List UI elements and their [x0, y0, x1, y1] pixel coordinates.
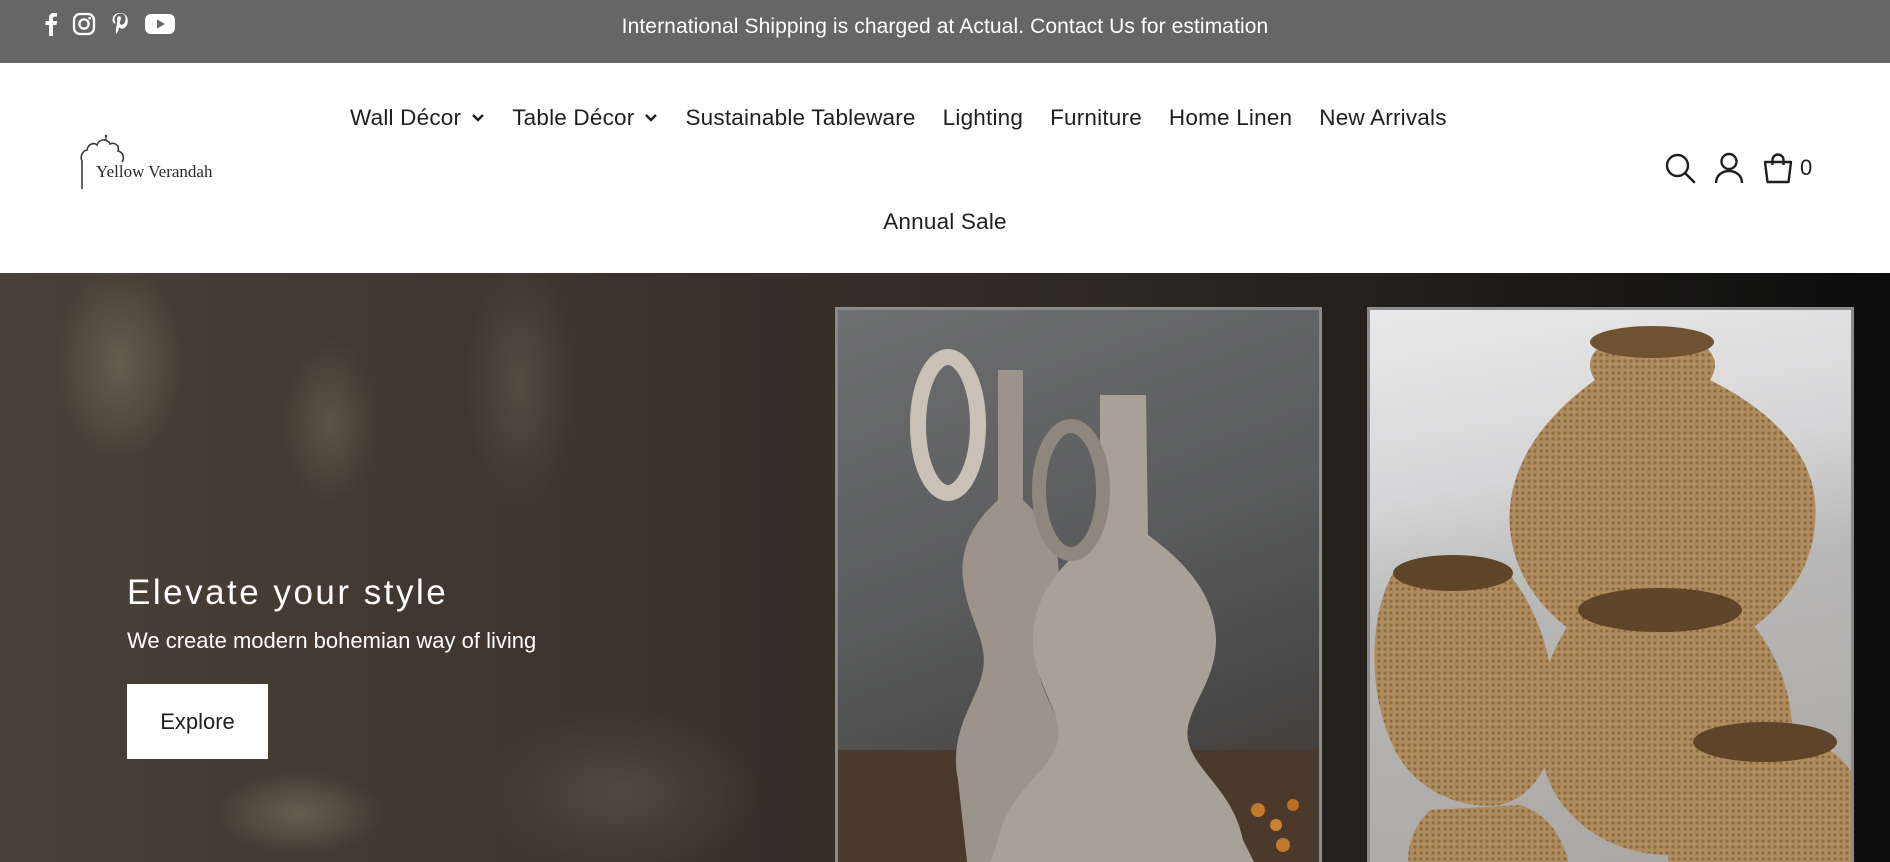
baskets-illustration [1374, 326, 1851, 862]
nav-item-label: Table Décor [512, 105, 635, 130]
hero-title: Elevate your style [127, 573, 449, 612]
hero-background [0, 273, 840, 862]
search-icon[interactable] [1664, 152, 1696, 184]
vases-illustration [838, 349, 1319, 862]
user-icon[interactable] [1714, 152, 1744, 184]
chevron-down-icon [471, 113, 485, 123]
hero-banner: Elevate your style We create modern bohe… [0, 273, 1890, 862]
announcement-text[interactable]: International Shipping is charged at Act… [0, 15, 1890, 39]
nav-item-sustainable-tableware[interactable]: Sustainable Tableware [685, 105, 915, 131]
nav-item-lighting[interactable]: Lighting [943, 105, 1023, 131]
nav-item-table-decor[interactable]: Table Décor [512, 105, 658, 131]
hero-image-vases [835, 307, 1322, 862]
hero-image-baskets [1367, 307, 1854, 862]
secondary-nav: Annual Sale [0, 204, 1890, 240]
nav-item-annual-sale[interactable]: Annual Sale [883, 209, 1007, 235]
logo-text: Yellow Verandah [96, 162, 213, 181]
cart-count[interactable]: 0 [1800, 155, 1812, 181]
site-header: Yellow Verandah Wall Décor Table Décor S… [0, 63, 1890, 273]
nav-item-wall-decor[interactable]: Wall Décor [350, 105, 485, 131]
chevron-down-icon [644, 113, 658, 123]
shopping-bag-icon[interactable] [1762, 152, 1794, 184]
header-actions: 0 [1664, 150, 1812, 186]
nav-item-label: Wall Décor [350, 105, 462, 130]
brand-logo[interactable]: Yellow Verandah [76, 131, 236, 193]
hero-subtitle: We create modern bohemian way of living [127, 628, 537, 653]
explore-button[interactable]: Explore [127, 684, 268, 759]
announcement-bar: International Shipping is charged at Act… [0, 0, 1890, 63]
nav-item-home-linen[interactable]: Home Linen [1169, 105, 1292, 131]
nav-item-new-arrivals[interactable]: New Arrivals [1319, 105, 1446, 131]
nav-item-furniture[interactable]: Furniture [1050, 105, 1142, 131]
main-nav: Wall Décor Table Décor Sustainable Table… [350, 100, 1474, 136]
